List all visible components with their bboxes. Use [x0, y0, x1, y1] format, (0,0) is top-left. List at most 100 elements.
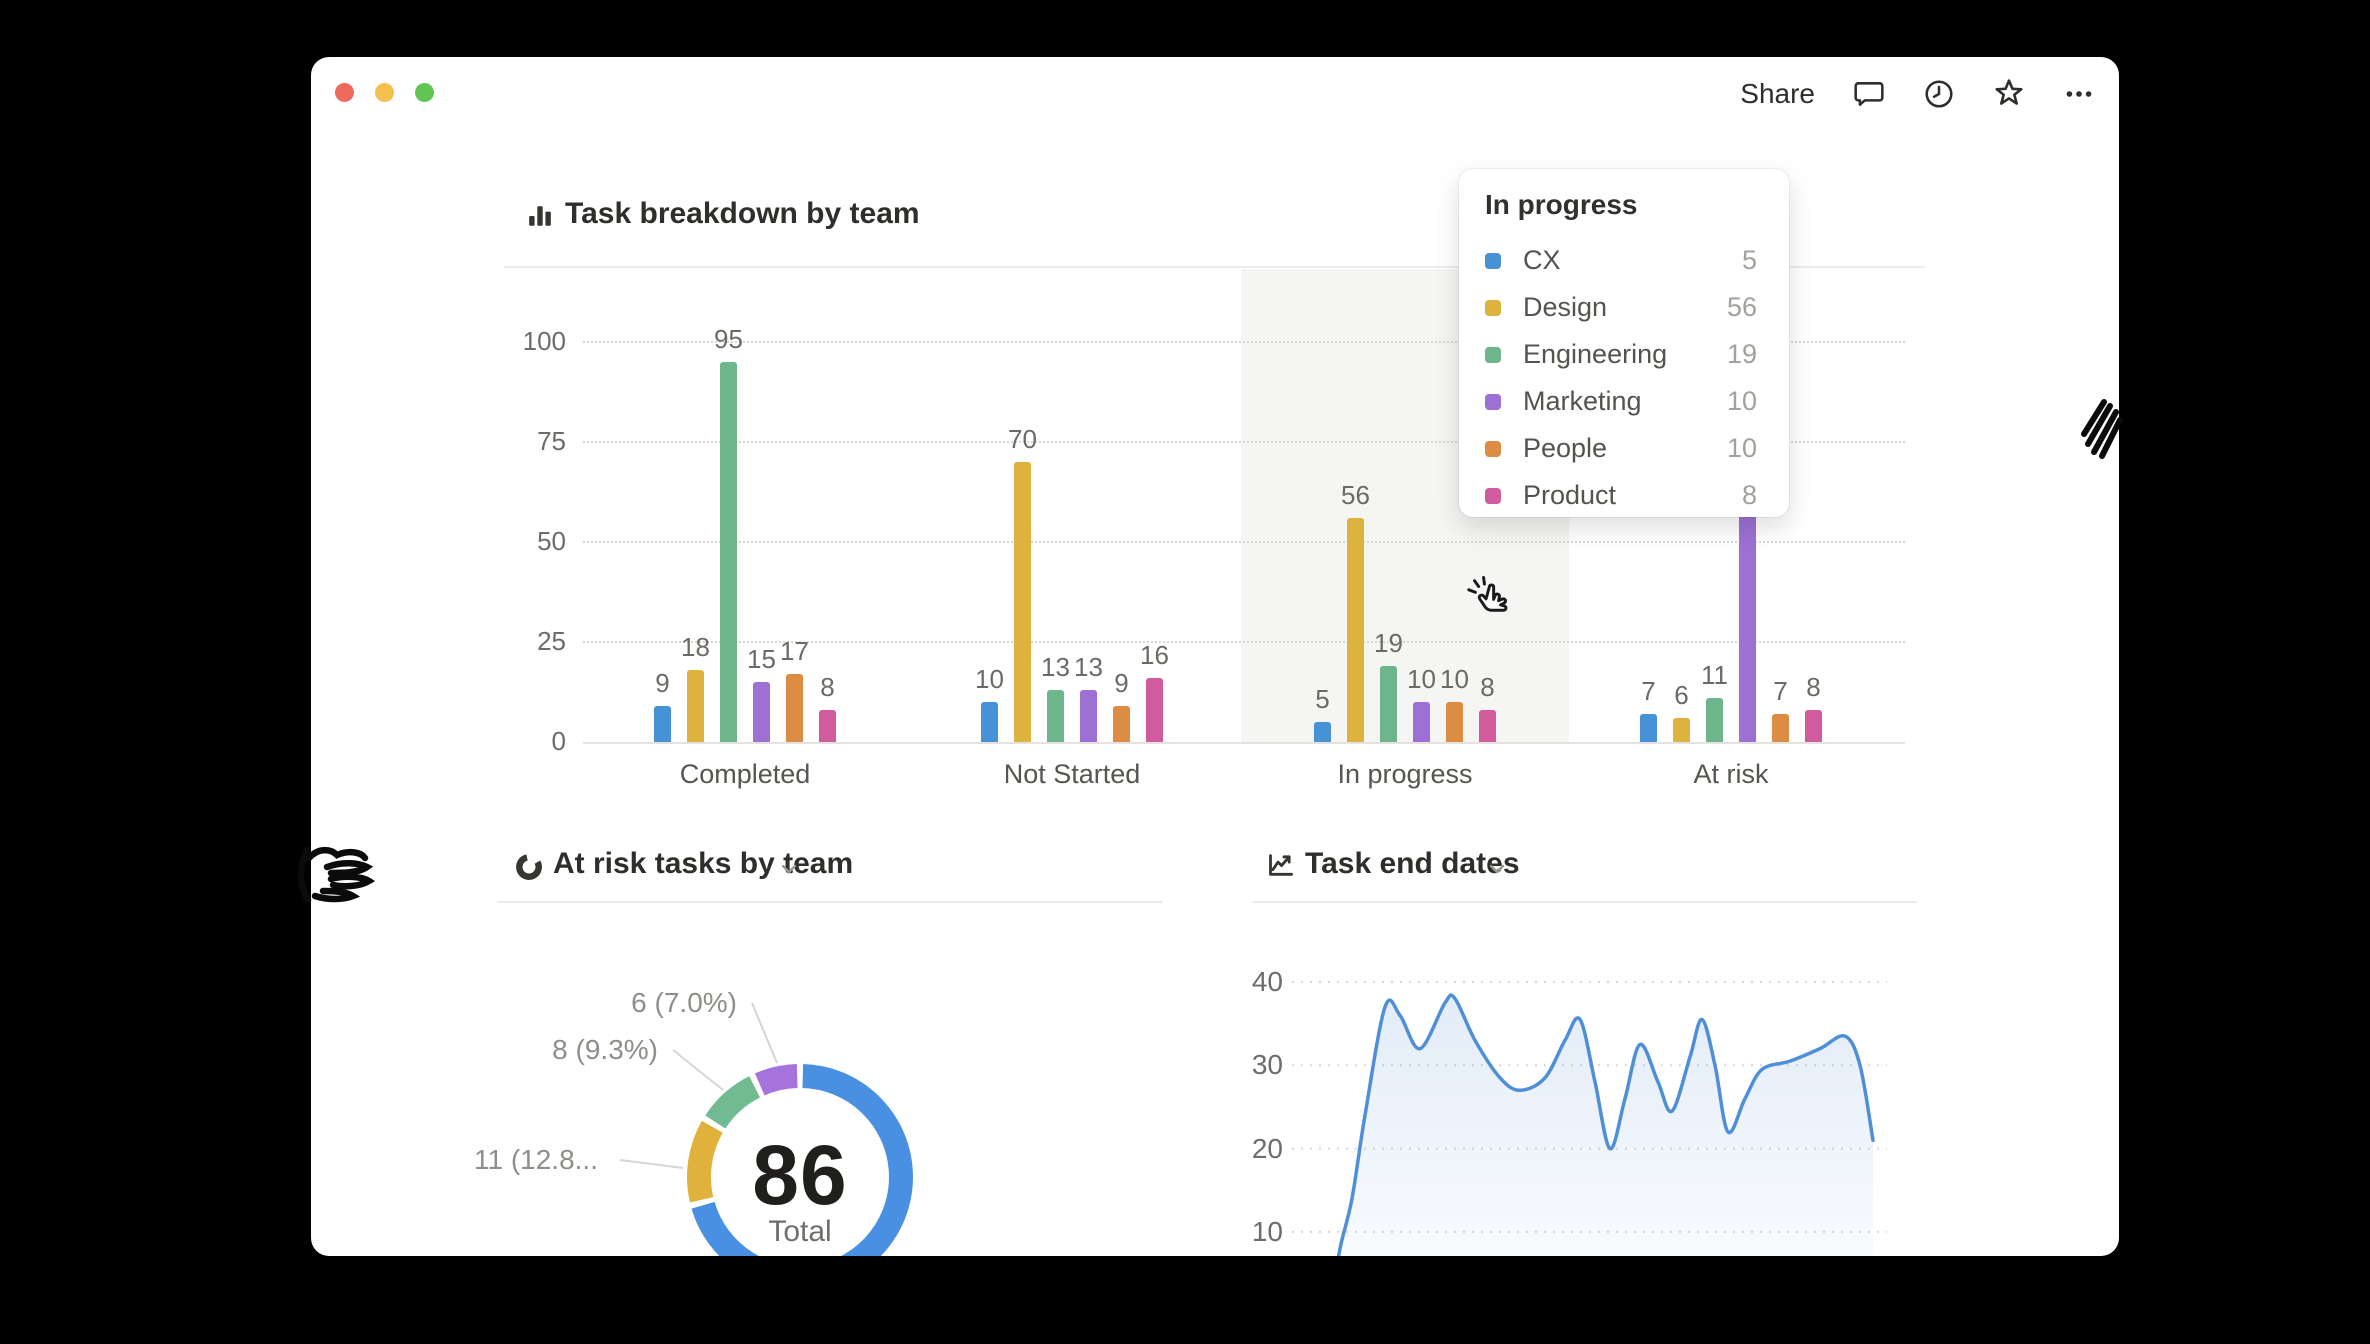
- gridline: [583, 641, 1905, 643]
- bar-not-started-product[interactable]: [1146, 678, 1163, 742]
- legend-swatch-icon: [1485, 441, 1501, 457]
- bar-completed-engineering[interactable]: [720, 362, 737, 742]
- legend-swatch-icon: [1485, 347, 1501, 363]
- bar-in-progress-marketing[interactable]: [1413, 702, 1430, 742]
- tooltip-row-value: 56: [1727, 292, 1757, 323]
- bar-value-label: 70: [983, 424, 1063, 455]
- toolbar: Share: [1740, 71, 2095, 117]
- tooltip-row-value: 10: [1727, 386, 1757, 417]
- bar-value-label: 18: [656, 632, 736, 663]
- bar-value-label: 7: [1741, 676, 1821, 707]
- bar-value-label: 13: [1049, 652, 1129, 683]
- bar-value-label: 9: [1082, 668, 1162, 699]
- bar-not-started-people[interactable]: [1113, 706, 1130, 742]
- window-zoom-button[interactable]: [415, 83, 434, 102]
- chart-tooltip: In progress CX5Design56Engineering19Mark…: [1459, 169, 1789, 517]
- x-axis-line: [583, 742, 1905, 744]
- bar-value-label: 8: [788, 672, 868, 703]
- bar-value-label: 5: [1283, 684, 1363, 715]
- tooltip-row-label: Product: [1523, 480, 1742, 511]
- tooltip-row-value: 19: [1727, 339, 1757, 370]
- y-axis-tick-label: 0: [496, 726, 566, 757]
- x-axis-category-label: In progress: [1315, 759, 1495, 790]
- tooltip-row: Design56: [1485, 284, 1757, 331]
- bar-at-risk-product[interactable]: [1805, 710, 1822, 742]
- legend-swatch-icon: [1485, 300, 1501, 316]
- donut-label: 11 (12.8...: [474, 1144, 598, 1176]
- bar-value-label: 8: [1448, 672, 1528, 703]
- y-axis-tick-label: 50: [496, 526, 566, 557]
- favorite-star-icon[interactable]: [1993, 78, 2025, 110]
- donut-slice[interactable]: [715, 1087, 754, 1122]
- bar-at-risk-marketing[interactable]: [1739, 517, 1756, 742]
- bar-value-label: 95: [689, 324, 769, 355]
- donut-label: 8 (9.3%): [552, 1034, 658, 1066]
- bar-in-progress-product[interactable]: [1479, 710, 1496, 742]
- bar-in-progress-design[interactable]: [1347, 518, 1364, 742]
- bar-completed-cx[interactable]: [654, 706, 671, 742]
- chevron-down-icon[interactable]: [1485, 857, 1509, 886]
- legend-swatch-icon: [1485, 394, 1501, 410]
- tooltip-row-value: 10: [1727, 433, 1757, 464]
- tooltip-row-value: 8: [1742, 480, 1757, 511]
- y-axis-tick-label: 20: [1213, 1133, 1283, 1165]
- bar-not-started-cx[interactable]: [981, 702, 998, 742]
- tooltip-row-label: People: [1523, 433, 1727, 464]
- donut-total-value: 86: [700, 1127, 900, 1224]
- bar-value-label: 16: [1115, 640, 1195, 671]
- window-minimize-button[interactable]: [375, 83, 394, 102]
- bar-value-label: 10: [1382, 664, 1462, 695]
- bar-value-label: 15: [722, 644, 802, 675]
- donut-slice[interactable]: [760, 1076, 797, 1084]
- bar-value-label: 13: [1016, 652, 1096, 683]
- tooltip-row: Marketing10: [1485, 378, 1757, 425]
- tooltip-row-label: CX: [1523, 245, 1742, 276]
- y-axis-tick-label: 75: [496, 426, 566, 457]
- y-axis-tick-label: 40: [1213, 966, 1283, 998]
- gridline: [583, 541, 1905, 543]
- hand-doodle: [293, 842, 393, 922]
- more-ellipsis-icon[interactable]: [2063, 78, 2095, 110]
- tooltip-row: CX5: [1485, 237, 1757, 284]
- bar-not-started-marketing[interactable]: [1080, 690, 1097, 742]
- bar-value-label: 6: [1642, 680, 1722, 711]
- bar-value-label: 10: [1415, 664, 1495, 695]
- app-window: Share Task breakdown by team 0: [311, 57, 2119, 1256]
- line-chart-icon: [1267, 851, 1295, 884]
- legend-swatch-icon: [1485, 488, 1501, 504]
- comment-icon[interactable]: [1853, 78, 1885, 110]
- scribble-doodle: [2076, 392, 2124, 464]
- tooltip-row-label: Design: [1523, 292, 1727, 323]
- bar-in-progress-people[interactable]: [1446, 702, 1463, 742]
- x-axis-category-label: At risk: [1641, 759, 1821, 790]
- bar-completed-design[interactable]: [687, 670, 704, 742]
- bar-at-risk-cx[interactable]: [1640, 714, 1657, 742]
- donut-total-label: Total: [700, 1215, 900, 1249]
- share-button[interactable]: Share: [1740, 78, 1815, 110]
- bar-completed-marketing[interactable]: [753, 682, 770, 742]
- legend-swatch-icon: [1485, 253, 1501, 269]
- bar-at-risk-engineering[interactable]: [1706, 698, 1723, 742]
- window-close-button[interactable]: [335, 83, 354, 102]
- bar-at-risk-design[interactable]: [1673, 718, 1690, 742]
- history-clock-icon[interactable]: [1923, 78, 1955, 110]
- bar-at-risk-people[interactable]: [1772, 714, 1789, 742]
- y-axis-tick-label: 25: [496, 626, 566, 657]
- tooltip-row: Product8: [1485, 472, 1757, 519]
- tooltip-row-label: Engineering: [1523, 339, 1727, 370]
- bar-value-label: 11: [1675, 660, 1755, 691]
- y-axis-tick-label: 10: [1213, 1216, 1283, 1248]
- bar-value-label: 17: [755, 636, 835, 667]
- bar-not-started-engineering[interactable]: [1047, 690, 1064, 742]
- donut-chart-title: At risk tasks by team: [553, 847, 853, 881]
- bar-completed-product[interactable]: [819, 710, 836, 742]
- chevron-down-icon[interactable]: [777, 857, 801, 886]
- bar-value-label: 7: [1609, 676, 1689, 707]
- bar-not-started-design[interactable]: [1014, 462, 1031, 742]
- area-chart-plot[interactable]: [1252, 957, 1917, 1256]
- bar-in-progress-engineering[interactable]: [1380, 666, 1397, 742]
- bar-in-progress-cx[interactable]: [1314, 722, 1331, 742]
- tooltip-row-label: Marketing: [1523, 386, 1727, 417]
- y-axis-tick-label: 30: [1213, 1049, 1283, 1081]
- bar-completed-people[interactable]: [786, 674, 803, 742]
